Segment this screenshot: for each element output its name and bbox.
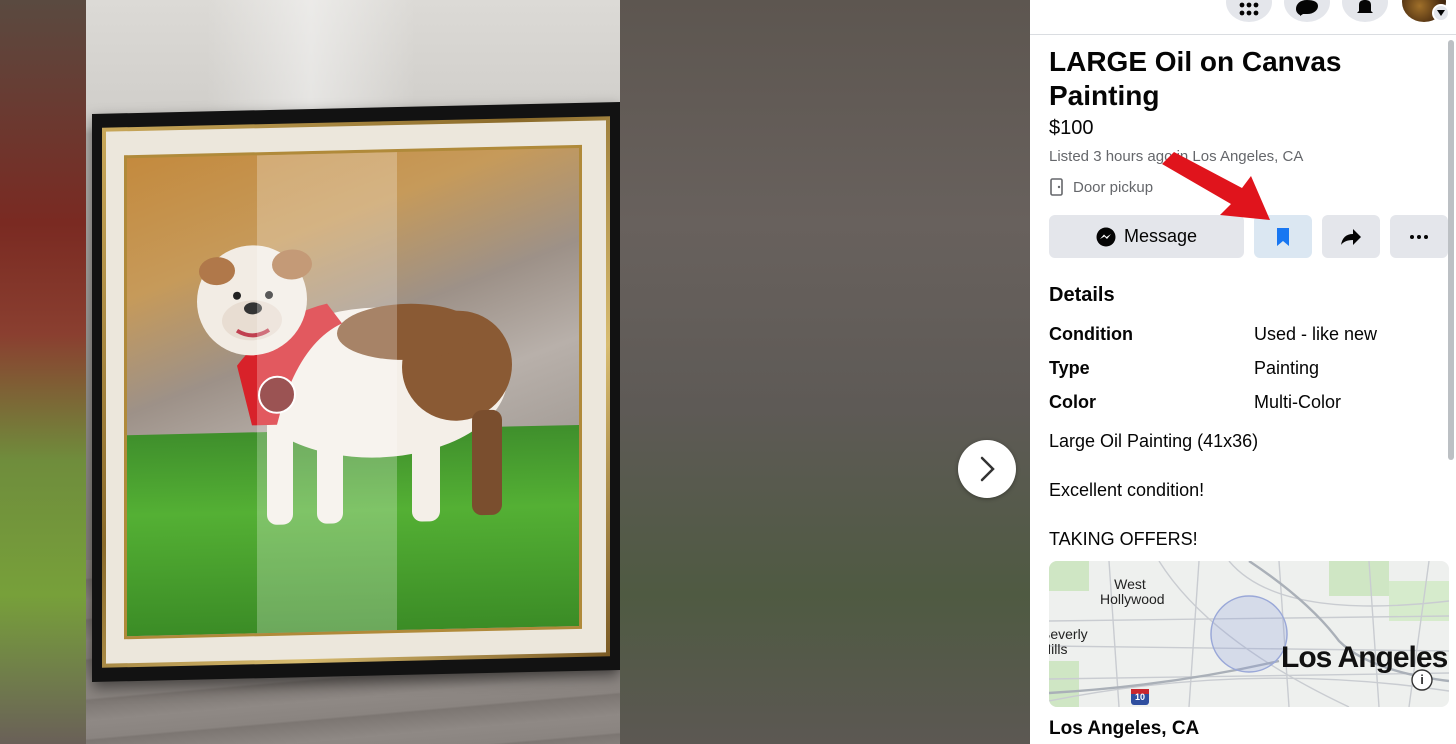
listing-location: Los Angeles, CA bbox=[1049, 718, 1200, 739]
top-navigation-bar bbox=[1030, 0, 1456, 35]
share-listing-button[interactable] bbox=[1322, 215, 1380, 258]
map-label-beverly-hills: Beverly Hills bbox=[1049, 626, 1088, 657]
annotation-arrow-icon bbox=[1162, 152, 1270, 220]
map-label-los-angeles: Los Angeles bbox=[1281, 641, 1448, 674]
next-photo-button[interactable] bbox=[958, 440, 1016, 498]
bookmark-icon bbox=[1277, 227, 1289, 246]
detail-key: Color bbox=[1049, 392, 1096, 412]
painting-frame bbox=[92, 102, 620, 682]
chevron-right-icon bbox=[980, 456, 995, 482]
description-line: TAKING OFFERS! bbox=[1049, 529, 1198, 549]
map-label-west-hollywood: West Hollywood bbox=[1100, 576, 1165, 607]
info-icon[interactable]: i bbox=[1412, 672, 1432, 687]
menu-grid-button[interactable] bbox=[1226, 0, 1272, 22]
detail-key: Type bbox=[1049, 358, 1090, 378]
photo-blur-background-left bbox=[0, 0, 86, 744]
listing-details-panel: LARGE Oil on Canvas Painting $100 Listed… bbox=[1030, 0, 1456, 744]
description-line: Large Oil Painting (41x36) bbox=[1049, 431, 1259, 451]
notifications-button[interactable] bbox=[1342, 0, 1388, 22]
account-menu-badge[interactable] bbox=[1432, 4, 1450, 22]
menu-grid-icon bbox=[1239, 2, 1259, 16]
listing-photo bbox=[86, 0, 620, 744]
pickup-label: Door pickup bbox=[1073, 178, 1154, 196]
photo-viewer bbox=[0, 0, 1030, 744]
photo-blur-background-right bbox=[620, 0, 1030, 744]
detail-value: Painting bbox=[1254, 358, 1320, 378]
details-heading: Details bbox=[1049, 284, 1115, 306]
message-button-label: Message bbox=[1123, 226, 1198, 246]
bell-icon bbox=[1357, 0, 1373, 13]
pickup-info: Door pickup bbox=[1049, 178, 1153, 196]
messenger-icon bbox=[1096, 227, 1116, 246]
scrollbar[interactable] bbox=[1448, 40, 1454, 460]
description-line: Excellent condition! bbox=[1049, 480, 1205, 500]
more-options-button[interactable] bbox=[1390, 215, 1448, 258]
detail-key: Condition bbox=[1049, 324, 1133, 344]
listing-price: $100 bbox=[1049, 117, 1094, 139]
location-map[interactable]: West Hollywood Beverly Hills Los Angeles… bbox=[1049, 561, 1449, 707]
painting-canvas bbox=[127, 147, 579, 637]
door-icon bbox=[1050, 178, 1063, 196]
chevron-down-icon bbox=[1437, 10, 1445, 16]
messenger-button[interactable] bbox=[1284, 0, 1330, 22]
messenger-icon bbox=[1296, 0, 1318, 16]
more-icon bbox=[1410, 234, 1428, 239]
share-icon bbox=[1341, 228, 1361, 245]
listing-title: LARGE Oil on Canvas Painting bbox=[1049, 46, 1342, 111]
detail-value: Multi-Color bbox=[1254, 392, 1342, 412]
highway-shield-label: 10 bbox=[1134, 692, 1145, 702]
detail-value: Used - like new bbox=[1254, 324, 1378, 344]
